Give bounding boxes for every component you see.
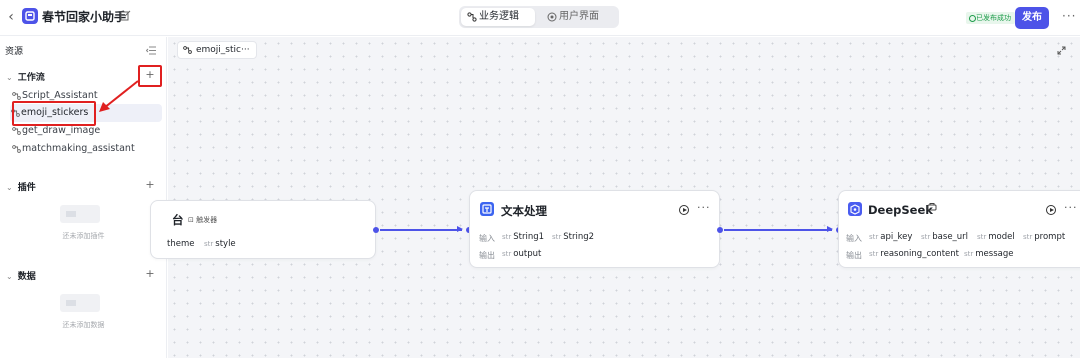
workflow-icon xyxy=(12,92,21,100)
interface-icon xyxy=(547,12,557,22)
trigger-tag: ⊡ 触发器 xyxy=(188,216,218,224)
param-type: str xyxy=(502,250,512,258)
param-name: String1 xyxy=(513,232,545,242)
trigger-tag-label: 触发器 xyxy=(196,216,218,224)
section-label: 数据 xyxy=(17,272,36,282)
param-type: str xyxy=(552,233,562,241)
empty-state-icon xyxy=(60,294,100,312)
more-options-icon[interactable]: ··· xyxy=(697,201,711,214)
publish-button[interactable]: 发布 xyxy=(1015,7,1049,29)
top-bar: ‹ 春节回家小助手 业务逻辑 用户界面 已发布成功 发布 ··· xyxy=(0,0,1080,36)
param-chip: str reasoning_content xyxy=(869,249,959,259)
deepseek-icon xyxy=(848,202,862,216)
sidebar-item-matchmaking-assistant[interactable]: matchmaking_assistant xyxy=(11,140,135,158)
workflow-icon xyxy=(183,46,192,54)
output-port[interactable] xyxy=(717,227,723,233)
param-name: reasoning_content xyxy=(880,249,959,259)
section-workflow[interactable]: ⌄ 工作流 xyxy=(6,70,45,83)
param-chip: str api_key xyxy=(869,232,912,242)
param-name: output xyxy=(513,249,542,259)
tab-label: 用户界面 xyxy=(559,11,599,22)
param-name: message xyxy=(975,249,1014,259)
more-options-icon[interactable]: ··· xyxy=(1062,9,1076,23)
output-label: 输出 xyxy=(846,251,862,260)
node-title: 文本处理 xyxy=(501,204,547,218)
param-type: str xyxy=(1023,233,1033,241)
param-name: api_key xyxy=(880,232,913,242)
section-plugins[interactable]: ⌄ 插件 xyxy=(6,180,36,193)
canvas-tab-label: emoji_stic··· xyxy=(196,45,250,55)
input-label: 输入 xyxy=(479,234,495,243)
section-label: 插件 xyxy=(17,183,36,193)
param-type: str xyxy=(869,233,879,241)
sidebar-item-label: Script_Assistant xyxy=(22,90,98,101)
sidebar-item-label: matchmaking_assistant xyxy=(22,143,135,154)
param-chip: theme xyxy=(167,239,195,249)
output-port[interactable] xyxy=(373,227,379,233)
param-type: str xyxy=(204,240,214,248)
more-options-icon[interactable]: ··· xyxy=(1064,201,1078,214)
param-name: base_url xyxy=(932,232,969,242)
annotation-box-selected xyxy=(12,101,96,126)
add-plugin-button[interactable]: + xyxy=(143,178,157,192)
node-title: 台 xyxy=(172,213,184,227)
input-label: 输入 xyxy=(846,234,862,243)
status-badge: 已发布成功 xyxy=(966,12,1015,24)
param-type: str xyxy=(921,233,931,241)
workflow-icon xyxy=(12,127,21,135)
empty-state-icon xyxy=(60,205,100,223)
chevron-down-icon: ⌄ xyxy=(6,272,13,281)
param-type: str xyxy=(964,250,974,258)
param-chip: str String1 xyxy=(502,232,544,242)
param-chip: str base_url xyxy=(921,232,968,242)
section-data[interactable]: ⌄ 数据 xyxy=(6,269,36,282)
view-switcher: 业务逻辑 用户界面 xyxy=(459,6,619,28)
output-label: 输出 xyxy=(479,251,495,260)
run-node-icon[interactable] xyxy=(679,205,689,215)
param-chip: str model xyxy=(977,232,1015,242)
param-type: str xyxy=(502,233,512,241)
connection-edge[interactable] xyxy=(380,226,463,232)
param-chip: str prompt xyxy=(1023,232,1065,242)
collapse-sidebar-icon[interactable] xyxy=(145,45,156,58)
param-chip: str output xyxy=(502,249,541,259)
chevron-down-icon: ⌄ xyxy=(6,183,13,192)
add-data-button[interactable]: + xyxy=(143,267,157,281)
chevron-down-icon: ⌄ xyxy=(6,73,13,82)
plugin-badge-icon xyxy=(927,202,937,215)
param-type: str xyxy=(869,250,879,258)
param-name: String2 xyxy=(563,232,595,242)
expand-icon[interactable] xyxy=(1057,45,1066,58)
deepseek-node[interactable]: DeepSeek ··· 输入 str api_key str base_url s… xyxy=(838,190,1080,268)
start-node[interactable]: 台 ⊡ 触发器 theme str style xyxy=(150,200,376,259)
node-title: DeepSeek xyxy=(868,203,933,217)
sidebar-title: 资源 xyxy=(5,47,24,57)
workflow-icon xyxy=(467,12,477,22)
workflow-icon xyxy=(12,145,21,153)
tab-business-logic[interactable]: 业务逻辑 xyxy=(461,8,535,26)
param-name: model xyxy=(988,232,1015,242)
run-node-icon[interactable] xyxy=(1046,205,1056,215)
app-title: 春节回家小助手 xyxy=(42,10,127,24)
back-icon[interactable]: ‹ xyxy=(4,9,18,25)
text-process-node[interactable]: 文本处理 ··· 输入 str String1 str String2 输出 str… xyxy=(469,190,720,268)
data-empty-text: 还未添加数据 xyxy=(62,321,105,329)
connection-edge[interactable] xyxy=(724,226,833,232)
canvas-tab-emoji-stickers[interactable]: emoji_stic··· xyxy=(177,41,257,59)
plugins-empty-text: 还未添加插件 xyxy=(62,232,105,240)
sidebar-item-label: get_draw_image xyxy=(22,125,101,136)
param-chip: str style xyxy=(204,239,236,249)
param-chip: str message xyxy=(964,249,1013,259)
param-name: prompt xyxy=(1034,232,1066,242)
tab-user-interface[interactable]: 用户界面 xyxy=(541,8,617,26)
annotation-arrow-icon xyxy=(99,80,139,112)
param-chip: str String2 xyxy=(552,232,594,242)
param-name: style xyxy=(215,239,236,249)
text-process-icon xyxy=(480,202,494,216)
param-type: str xyxy=(977,233,987,241)
tab-label: 业务逻辑 xyxy=(479,11,519,22)
section-label: 工作流 xyxy=(17,73,45,83)
app-logo-icon xyxy=(22,8,38,24)
edit-icon[interactable] xyxy=(120,10,131,24)
